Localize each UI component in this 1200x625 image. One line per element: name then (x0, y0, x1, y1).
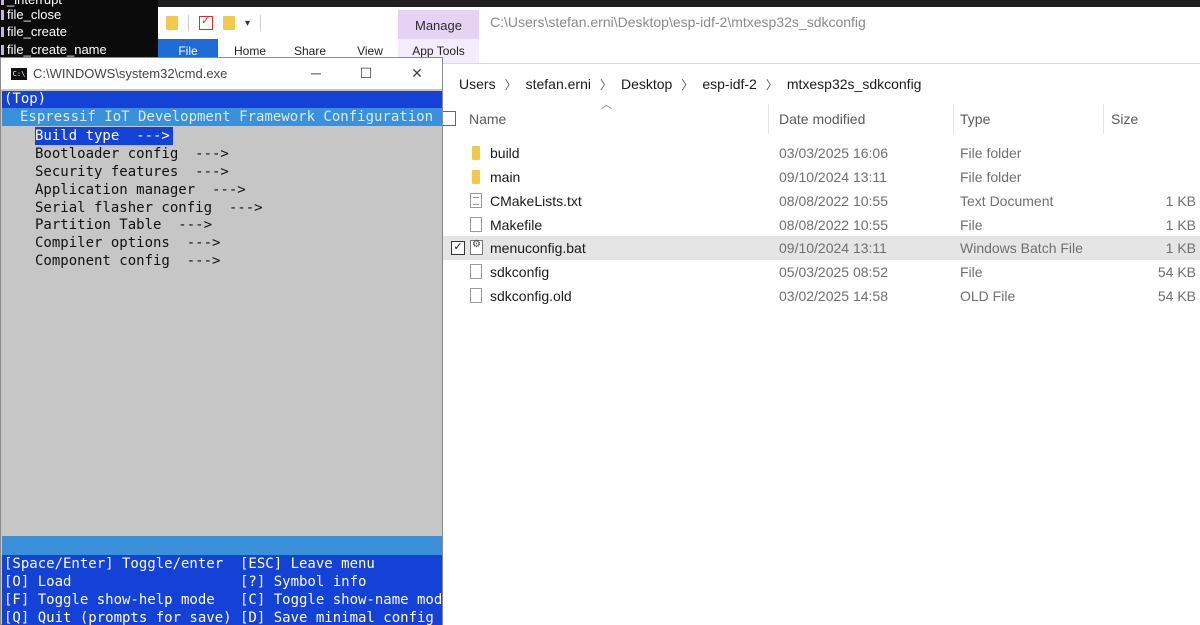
help-line: [Space/Enter] Toggle/enter [ESC] Leave m… (4, 556, 375, 572)
file-type: File folder (960, 169, 1022, 185)
file-size: 54 KB (1157, 264, 1196, 280)
file-row[interactable]: Makefile 08/08/2022 10:55 File 1 KB (443, 213, 1200, 237)
close-button[interactable]: ✕ (392, 58, 442, 89)
column-size[interactable]: Size (1111, 104, 1138, 134)
chevron-right-icon[interactable]: 〉 (600, 76, 612, 93)
customize-caret-icon[interactable]: ▾ (245, 18, 250, 29)
file-row[interactable]: build 03/03/2025 16:06 File folder (443, 141, 1200, 165)
help-panel: [Space/Enter] Toggle/enter [ESC] Leave m… (2, 555, 442, 625)
file-row[interactable]: CMakeLists.txt 08/08/2022 10:55 Text Doc… (443, 189, 1200, 213)
breadcrumb-item[interactable]: stefan.erni (526, 76, 591, 92)
file-date: 05/03/2025 08:52 (779, 264, 888, 280)
file-icon (470, 264, 482, 279)
file-name: sdkconfig.old (490, 288, 572, 304)
row-checkbox[interactable]: ✓ (451, 241, 465, 255)
breadcrumb-item[interactable]: mtxesp32s_sdkconfig (787, 76, 922, 92)
toolbar-divider (188, 15, 189, 31)
breadcrumb: 〉 Users 〉 stefan.erni 〉 Desktop 〉 esp-id… (438, 72, 921, 96)
file-date: 03/02/2025 14:58 (779, 288, 888, 304)
file-type: File (960, 217, 983, 233)
file-name: main (490, 169, 521, 185)
chevron-right-icon[interactable]: 〉 (766, 76, 778, 93)
file-row-selected[interactable]: ✓ menuconfig.bat 09/10/2024 13:11 Window… (443, 236, 1200, 260)
sidebar-item[interactable]: file_create (0, 23, 67, 41)
file-row[interactable]: sdkconfig 05/03/2025 08:52 File 54 KB (443, 260, 1200, 284)
column-type[interactable]: Type (960, 104, 990, 134)
file-date: 03/03/2025 16:06 (779, 145, 888, 161)
breadcrumb-item[interactable]: Desktop (621, 76, 672, 92)
menu-item-serial-flasher-config[interactable]: Serial flasher config ---> (35, 199, 263, 217)
file-size: 1 KB (1165, 240, 1196, 256)
help-line: [Q] Quit (prompts for save) [D] Save min… (4, 610, 442, 625)
file-list-header: ︿ Name Date modified Type Size (441, 99, 1200, 134)
cmd-window: C:\ C:\WINDOWS\system32\cmd.exe ─ ☐ ✕ (T… (0, 57, 443, 625)
file-size: 1 KB (1165, 193, 1196, 209)
file-name: Makefile (490, 217, 543, 233)
file-date: 09/10/2024 13:11 (779, 240, 887, 256)
file-name: CMakeLists.txt (490, 193, 582, 209)
file-size (1116, 141, 1196, 165)
file-size: 54 KB (1157, 288, 1196, 304)
menu-item-partition-table[interactable]: Partition Table ---> (35, 216, 212, 234)
file-size: 1 KB (1165, 217, 1196, 233)
menu-item-build-type[interactable]: Build type ---> (35, 127, 173, 145)
select-all-checkbox[interactable] (441, 111, 456, 126)
toolbar-divider (260, 15, 262, 31)
help-line: [F] Toggle show-help mode [C] Toggle sho… (4, 592, 442, 608)
chevron-right-icon[interactable]: 〉 (505, 76, 517, 93)
quick-access-toolbar: ▾ (158, 7, 406, 39)
folder-icon (472, 170, 480, 184)
maximize-button[interactable]: ☐ (341, 58, 391, 89)
title-strip (158, 0, 1200, 7)
chevron-right-icon[interactable]: 〉 (681, 76, 693, 93)
help-separator-bar (2, 536, 442, 555)
column-date-modified[interactable]: Date modified (779, 104, 865, 134)
manage-contextual-tab[interactable]: Manage (398, 10, 479, 40)
file-type: File folder (960, 145, 1022, 161)
file-name: menuconfig.bat (490, 240, 586, 256)
menu-item-component-config[interactable]: Component config ---> (35, 252, 220, 270)
folder-icon (472, 146, 480, 160)
file-type: Text Document (960, 193, 1054, 209)
menu-item-compiler-options[interactable]: Compiler options ---> (35, 234, 220, 252)
file-date: 08/08/2022 10:55 (779, 217, 888, 233)
column-divider[interactable] (1103, 104, 1104, 134)
help-line: [O] Load [?] Symbol info (4, 574, 367, 590)
minimize-button[interactable]: ─ (291, 58, 341, 89)
breadcrumb-item[interactable]: Users (459, 76, 496, 92)
column-divider[interactable] (953, 104, 954, 134)
file-date: 08/08/2022 10:55 (779, 193, 888, 209)
sort-ascending-icon: ︿ (601, 99, 612, 111)
file-type: OLD File (960, 288, 1016, 304)
file-row[interactable]: main 09/10/2024 13:11 File folder (443, 165, 1200, 189)
file-name: build (490, 145, 520, 161)
file-row[interactable]: sdkconfig.old 03/02/2025 14:58 OLD File … (443, 284, 1200, 308)
menu-title: Espressif IoT Development Framework Conf… (2, 108, 442, 126)
editor-sidebar: _interrupt file_close file_create file_c… (0, 0, 158, 60)
column-divider[interactable] (768, 104, 769, 134)
text-file-icon (470, 193, 482, 208)
column-name[interactable]: Name (469, 104, 506, 134)
cmd-icon: C:\ (11, 68, 27, 80)
menu-item-bootloader-config[interactable]: Bootloader config ---> (35, 145, 229, 163)
file-date: 09/10/2024 13:11 (779, 169, 887, 185)
cmd-window-title: C:\WINDOWS\system32\cmd.exe (33, 66, 228, 81)
cmd-titlebar[interactable]: C:\ C:\WINDOWS\system32\cmd.exe ─ ☐ ✕ (1, 58, 442, 89)
sidebar-item[interactable]: file_close (0, 6, 61, 24)
new-folder-icon[interactable] (223, 16, 235, 30)
file-icon (470, 288, 482, 303)
file-type: Windows Batch File (960, 240, 1083, 256)
menu-breadcrumb: (Top) (2, 91, 442, 108)
file-icon (470, 217, 482, 232)
batch-file-icon (470, 239, 483, 255)
file-type: File (960, 264, 983, 280)
properties-icon[interactable] (199, 14, 213, 30)
folder-icon[interactable] (166, 16, 178, 30)
file-size (1116, 165, 1196, 189)
menu-item-security-features[interactable]: Security features ---> (35, 163, 229, 181)
menu-item-application-manager[interactable]: Application manager ---> (35, 181, 246, 199)
breadcrumb-item[interactable]: esp-idf-2 (702, 76, 756, 92)
window-path-title: C:\Users\stefan.erni\Desktop\esp-idf-2\m… (490, 14, 866, 30)
file-name: sdkconfig (490, 264, 550, 280)
